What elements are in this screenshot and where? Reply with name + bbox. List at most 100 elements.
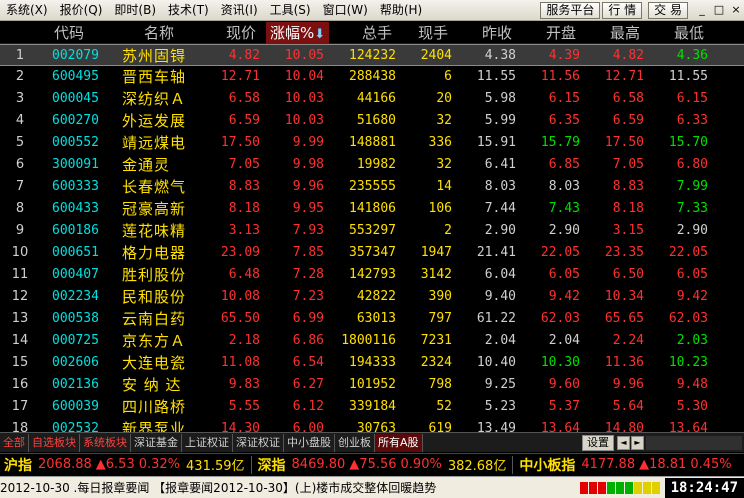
current-volume-cell: 2404 [420, 48, 452, 63]
current-volume-cell: 390 [428, 289, 452, 304]
header-prev[interactable]: 昨收 [482, 22, 512, 44]
menu-news[interactable]: 资讯(I) [215, 0, 264, 21]
table-row[interactable]: 9 600186 莲花味精 3.13 7.93 553297 2 2.90 2.90 3.15 2.… [0, 220, 744, 242]
table-row[interactable]: 8 600433 冠豪高新 8.18 9.95 141806 106 7.44 7.43 8.18… [0, 198, 744, 220]
low-cell: 6.15 [676, 91, 708, 106]
table-row[interactable]: 6 300091 金通灵 7.05 9.98 19982 32 6.41 6.85 7.05 6.8… [0, 154, 744, 176]
sh-index-amount: 431.59亿 [186, 459, 245, 474]
high-cell: 6.58 [612, 91, 644, 106]
stock-name: 长春燃气 [122, 178, 187, 196]
row-index: 6 [15, 157, 25, 172]
status-indicator [624, 481, 633, 494]
news-ticker[interactable]: 2012-10-30 .每日报章要闻 【报章要闻2012-10-30】(上)楼市… [0, 479, 576, 496]
sz-index-value: 8469.80 [291, 457, 346, 472]
header-name[interactable]: 名称 [144, 22, 174, 44]
index-bar: 沪指 2068.88 ▲6.53 0.32% 431.59亿 深指 8469.8… [0, 453, 744, 475]
scroll-right-icon[interactable]: ► [631, 435, 644, 450]
sz-index-name[interactable]: 深指 [254, 455, 290, 475]
header-high[interactable]: 最高 [610, 22, 640, 44]
restore-icon[interactable]: □ [711, 2, 727, 18]
current-volume-cell: 1947 [420, 245, 452, 260]
header-code[interactable]: 代码 [54, 22, 84, 44]
trade-button[interactable]: 交 易 [648, 1, 688, 19]
stock-code: 002234 [52, 289, 99, 304]
smb-index-name[interactable]: 中小板指 [515, 455, 579, 475]
high-cell: 7.05 [612, 157, 644, 172]
current-volume-cell: 336 [428, 135, 452, 150]
volume-cell: 553297 [349, 223, 396, 238]
open-cell: 9.60 [548, 377, 580, 392]
status-indicator [597, 481, 606, 494]
table-row[interactable]: 16 002136 安 纳 达 9.83 6.27 101952 798 9.25 9.60 9.… [0, 374, 744, 396]
prev-close-cell: 11.55 [476, 69, 516, 84]
tab-chinext[interactable]: 创业板 [335, 433, 375, 452]
table-row[interactable]: 2 600495 晋西车轴 12.71 10.04 288438 6 11.55 11.56 12… [0, 66, 744, 88]
change-pct-cell: 10.05 [284, 48, 324, 63]
low-cell: 7.33 [676, 201, 708, 216]
close-icon[interactable]: × [728, 2, 744, 18]
price-cell: 8.18 [228, 201, 260, 216]
open-cell: 22.05 [540, 245, 580, 260]
tab-all-a-shares[interactable]: 所有A股 [375, 433, 423, 452]
header-pct-sorted[interactable]: 涨幅%⬇ [266, 22, 330, 44]
header-now[interactable]: 现手 [418, 22, 448, 44]
tab-system-board[interactable]: 系统板块 [80, 433, 131, 452]
scroll-left-icon[interactable]: ◄ [617, 435, 630, 450]
row-index: 9 [15, 223, 25, 238]
sh-index-change: ▲6.53 [95, 457, 135, 472]
table-row[interactable]: 4 600270 外运发展 6.59 10.03 51680 32 5.99 6.35 6.59 6… [0, 110, 744, 132]
table-row[interactable]: 14 000725 京东方Ａ 2.18 6.86 1800116 7231 2.04 2.04 2… [0, 330, 744, 352]
tab-smb[interactable]: 中小盘股 [284, 433, 335, 452]
prev-close-cell: 9.25 [484, 377, 516, 392]
menu-tools[interactable]: 工具(S) [264, 0, 317, 21]
price-cell: 4.82 [228, 48, 260, 63]
price-cell: 6.59 [228, 113, 260, 128]
horizontal-scrollbar[interactable] [646, 435, 742, 450]
table-row[interactable]: 17 600039 四川路桥 5.55 6.12 339184 52 5.23 5.37 5.64… [0, 396, 744, 418]
menu-technical[interactable]: 技术(T) [162, 0, 215, 21]
table-row[interactable]: 13 000538 云南白药 65.50 6.99 63013 797 61.22 62.03 6… [0, 308, 744, 330]
settings-button[interactable]: 设置 [582, 434, 614, 451]
tab-sh-warrant[interactable]: 上证权证 [182, 433, 233, 452]
open-cell: 62.03 [540, 311, 580, 326]
menu-quote[interactable]: 报价(Q) [54, 0, 109, 21]
menu-system[interactable]: 系统(X) [0, 0, 54, 21]
change-pct-cell: 7.85 [292, 245, 324, 260]
volume-cell: 141806 [349, 201, 396, 216]
table-row[interactable]: 3 000045 深纺织Ａ 6.58 10.03 44166 20 5.98 6.15 6.58 6… [0, 88, 744, 110]
table-row[interactable]: 12 002234 民和股份 10.08 7.23 42822 390 9.40 9.42 10.… [0, 286, 744, 308]
high-cell: 10.34 [604, 289, 644, 304]
header-vol[interactable]: 总手 [362, 22, 392, 44]
table-row[interactable]: 18 002532 新界泵业 14.30 6.00 30763 619 13.49 13.64 1… [0, 418, 744, 432]
quote-button[interactable]: 行 情 [602, 1, 643, 19]
table-row[interactable]: 10 000651 格力电器 23.09 7.85 357347 1947 21.41 22.0… [0, 242, 744, 264]
tab-watchlist[interactable]: 自选板块 [29, 433, 80, 452]
header-open[interactable]: 开盘 [546, 22, 576, 44]
tab-all[interactable]: 全部 [0, 433, 29, 452]
header-low[interactable]: 最低 [674, 22, 704, 44]
status-indicator [633, 481, 642, 494]
menu-help[interactable]: 帮助(H) [374, 0, 428, 21]
change-pct-cell: 9.99 [292, 135, 324, 150]
sh-index-name[interactable]: 沪指 [0, 455, 36, 475]
table-row[interactable]: 1 002079 苏州固锝 4.82 10.05 124232 2404 4.38 4.39 4.… [0, 44, 744, 66]
stock-name: 深纺织Ａ [122, 90, 187, 108]
menu-realtime[interactable]: 即时(B) [108, 0, 162, 21]
table-row[interactable]: 5 000552 靖远煤电 17.50 9.99 148881 336 15.91 15.79 1… [0, 132, 744, 154]
low-cell: 2.90 [676, 223, 708, 238]
sh-index-pct: 0.32% [138, 457, 181, 472]
high-cell: 8.83 [612, 179, 644, 194]
change-pct-cell: 10.03 [284, 91, 324, 106]
header-price[interactable]: 现价 [226, 22, 256, 44]
price-cell: 12.71 [220, 69, 260, 84]
menu-window[interactable]: 窗口(W) [317, 0, 374, 21]
service-platform-button[interactable]: 服务平台 [540, 1, 601, 19]
minimize-icon[interactable]: _ [694, 2, 710, 18]
high-cell: 4.82 [612, 48, 644, 63]
tab-sz-fund[interactable]: 深证基金 [131, 433, 182, 452]
current-volume-cell: 2324 [420, 355, 452, 370]
tab-sz-warrant[interactable]: 深证权证 [233, 433, 284, 452]
table-row[interactable]: 11 000407 胜利股份 6.48 7.28 142793 3142 6.04 6.05 6.… [0, 264, 744, 286]
table-row[interactable]: 7 600333 长春燃气 8.83 9.96 235555 14 8.03 8.03 8.83 7… [0, 176, 744, 198]
table-row[interactable]: 15 002606 大连电瓷 11.08 6.54 194333 2324 10.40 10.3… [0, 352, 744, 374]
